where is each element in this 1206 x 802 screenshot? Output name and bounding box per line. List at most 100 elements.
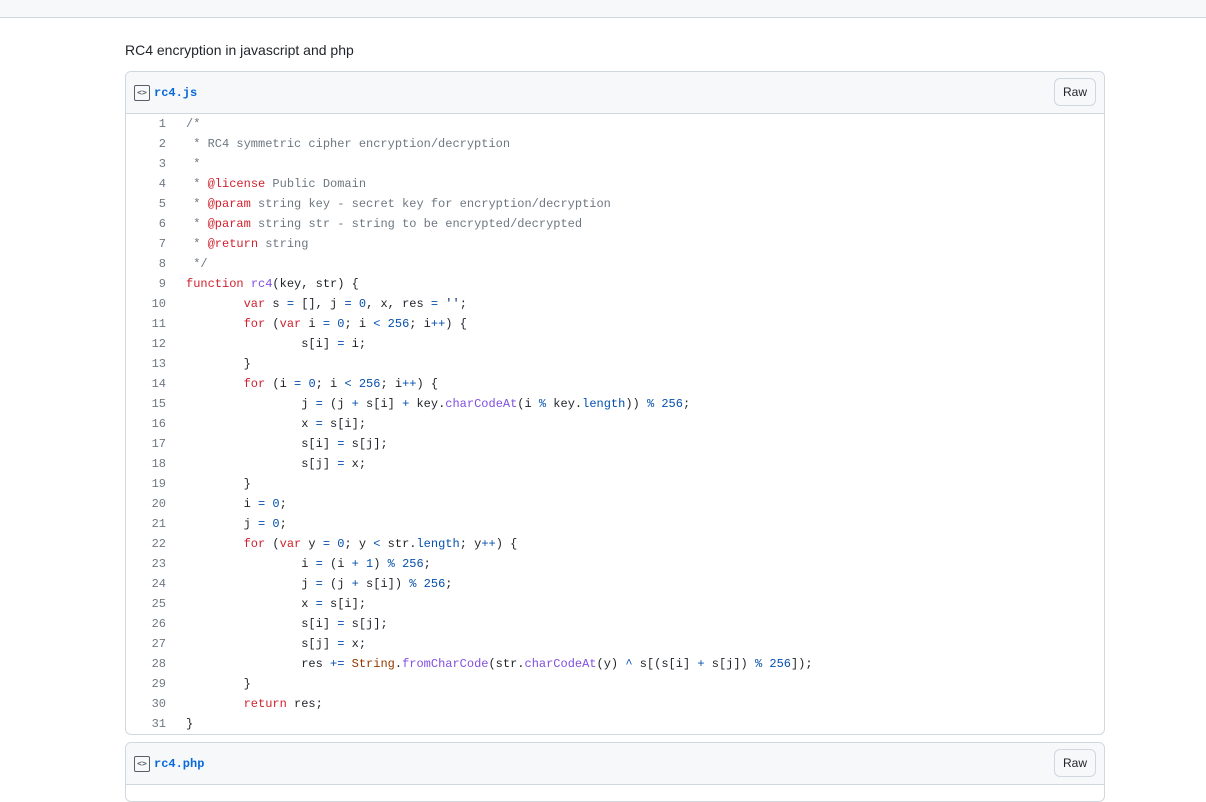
- code-token: =: [430, 297, 439, 311]
- code-token: 256: [661, 397, 683, 411]
- line-code: * @license Public Domain: [176, 174, 813, 194]
- line-code: *: [176, 154, 813, 174]
- code-token: x;: [344, 637, 367, 651]
- code-token: *: [186, 177, 208, 191]
- code-line: 23 i = (i + 1) % 256;: [126, 554, 813, 574]
- code-token: =: [322, 537, 331, 551]
- line-code: function rc4(key, str) {: [176, 274, 813, 294]
- raw-button[interactable]: Raw: [1053, 78, 1096, 106]
- file-name-link[interactable]: rc4.js: [154, 86, 197, 100]
- file-box-rc4-js: <> rc4.js Raw 1/* 2 * RC4 symmetric ciphe…: [125, 71, 1105, 735]
- line-number[interactable]: 22: [126, 534, 176, 554]
- line-number[interactable]: 15: [126, 394, 176, 414]
- line-code: s[j] = x;: [176, 454, 813, 474]
- code-token: +=: [330, 657, 345, 671]
- line-number[interactable]: 8: [126, 254, 176, 274]
- line-number[interactable]: 13: [126, 354, 176, 374]
- line-number[interactable]: 9: [126, 274, 176, 294]
- line-number[interactable]: 18: [126, 454, 176, 474]
- line-number[interactable]: 11: [126, 314, 176, 334]
- line-number[interactable]: 23: [126, 554, 176, 574]
- line-code: s[j] = x;: [176, 634, 813, 654]
- line-code: res += String.fromCharCode(str.charCodeA…: [176, 654, 812, 674]
- code-line: 13 }: [126, 354, 813, 374]
- line-number[interactable]: 1: [126, 114, 176, 134]
- line-number[interactable]: 6: [126, 214, 176, 234]
- code-token: +: [351, 577, 359, 591]
- top-bar: [0, 0, 1206, 18]
- code-token: *: [186, 197, 208, 211]
- code-token: 256: [358, 377, 381, 391]
- code-token: ++: [402, 377, 417, 391]
- line-number[interactable]: 16: [126, 414, 176, 434]
- code-token: s[j];: [344, 617, 388, 631]
- code-token: (y): [596, 657, 626, 671]
- line-code: i = 0;: [176, 494, 813, 514]
- code-token: ; i: [380, 377, 403, 391]
- code-line: 29 }: [126, 674, 813, 694]
- line-number[interactable]: 21: [126, 514, 176, 534]
- file-name-link[interactable]: rc4.php: [154, 757, 204, 771]
- code-line: 28 res += String.fromCharCode(str.charCo…: [126, 654, 813, 674]
- line-number[interactable]: 12: [126, 334, 176, 354]
- line-number[interactable]: 29: [126, 674, 176, 694]
- code-token: @param: [207, 197, 251, 211]
- line-number[interactable]: 3: [126, 154, 176, 174]
- code-token: s[j]: [186, 637, 338, 651]
- line-number[interactable]: 4: [126, 174, 176, 194]
- code-token: =: [315, 597, 323, 611]
- code-token: ;: [459, 297, 467, 311]
- line-number[interactable]: 5: [126, 194, 176, 214]
- code-token: 256: [387, 317, 410, 331]
- line-number[interactable]: 27: [126, 634, 176, 654]
- line-number[interactable]: 20: [126, 494, 176, 514]
- line-code: j = 0;: [176, 514, 813, 534]
- code-token: ;: [445, 577, 453, 591]
- code-token: for: [243, 377, 266, 391]
- code-token: x;: [344, 457, 367, 471]
- code-token: (str.: [488, 657, 525, 671]
- code-token: function: [186, 277, 244, 291]
- line-code: i = (i + 1) % 256;: [176, 554, 813, 574]
- line-number[interactable]: 10: [126, 294, 176, 314]
- line-number[interactable]: 30: [126, 694, 176, 714]
- code-line: 6 * @param string str - string to be enc…: [126, 214, 813, 234]
- code-token: res;: [286, 697, 323, 711]
- code-line: 24 j = (j + s[i]) % 256;: [126, 574, 813, 594]
- code-token: var: [279, 317, 302, 331]
- code-line: 10 var s = [], j = 0, x, res = '';: [126, 294, 813, 314]
- line-number[interactable]: 2: [126, 134, 176, 154]
- line-number[interactable]: 19: [126, 474, 176, 494]
- line-number[interactable]: 7: [126, 234, 176, 254]
- line-number[interactable]: 17: [126, 434, 176, 454]
- code-token: ;: [279, 497, 287, 511]
- code-token: (j: [322, 397, 352, 411]
- code-token: ): [373, 557, 388, 571]
- line-number[interactable]: 28: [126, 654, 176, 674]
- line-code: /*: [176, 114, 813, 134]
- code-token: /*: [186, 117, 201, 131]
- code-token: i: [186, 497, 259, 511]
- code-token: 0: [358, 297, 367, 311]
- line-number[interactable]: 25: [126, 594, 176, 614]
- code-token: charCodeAt: [445, 397, 518, 411]
- code-line: 14 for (i = 0; i < 256; i++) {: [126, 374, 813, 394]
- line-number[interactable]: 14: [126, 374, 176, 394]
- line-number[interactable]: 26: [126, 614, 176, 634]
- code-token: ; y: [344, 537, 374, 551]
- code-token: ^: [625, 657, 633, 671]
- code-token: string: [258, 237, 309, 251]
- line-number[interactable]: 31: [126, 714, 176, 734]
- code-line: 19 }: [126, 474, 813, 494]
- line-number[interactable]: 24: [126, 574, 176, 594]
- code-token: ; y: [459, 537, 482, 551]
- code-token: <: [344, 377, 352, 391]
- code-line: 2 * RC4 symmetric cipher encryption/decr…: [126, 134, 813, 154]
- code-line: 8 */: [126, 254, 813, 274]
- code-token: @param: [207, 217, 251, 231]
- code-token: =: [315, 397, 323, 411]
